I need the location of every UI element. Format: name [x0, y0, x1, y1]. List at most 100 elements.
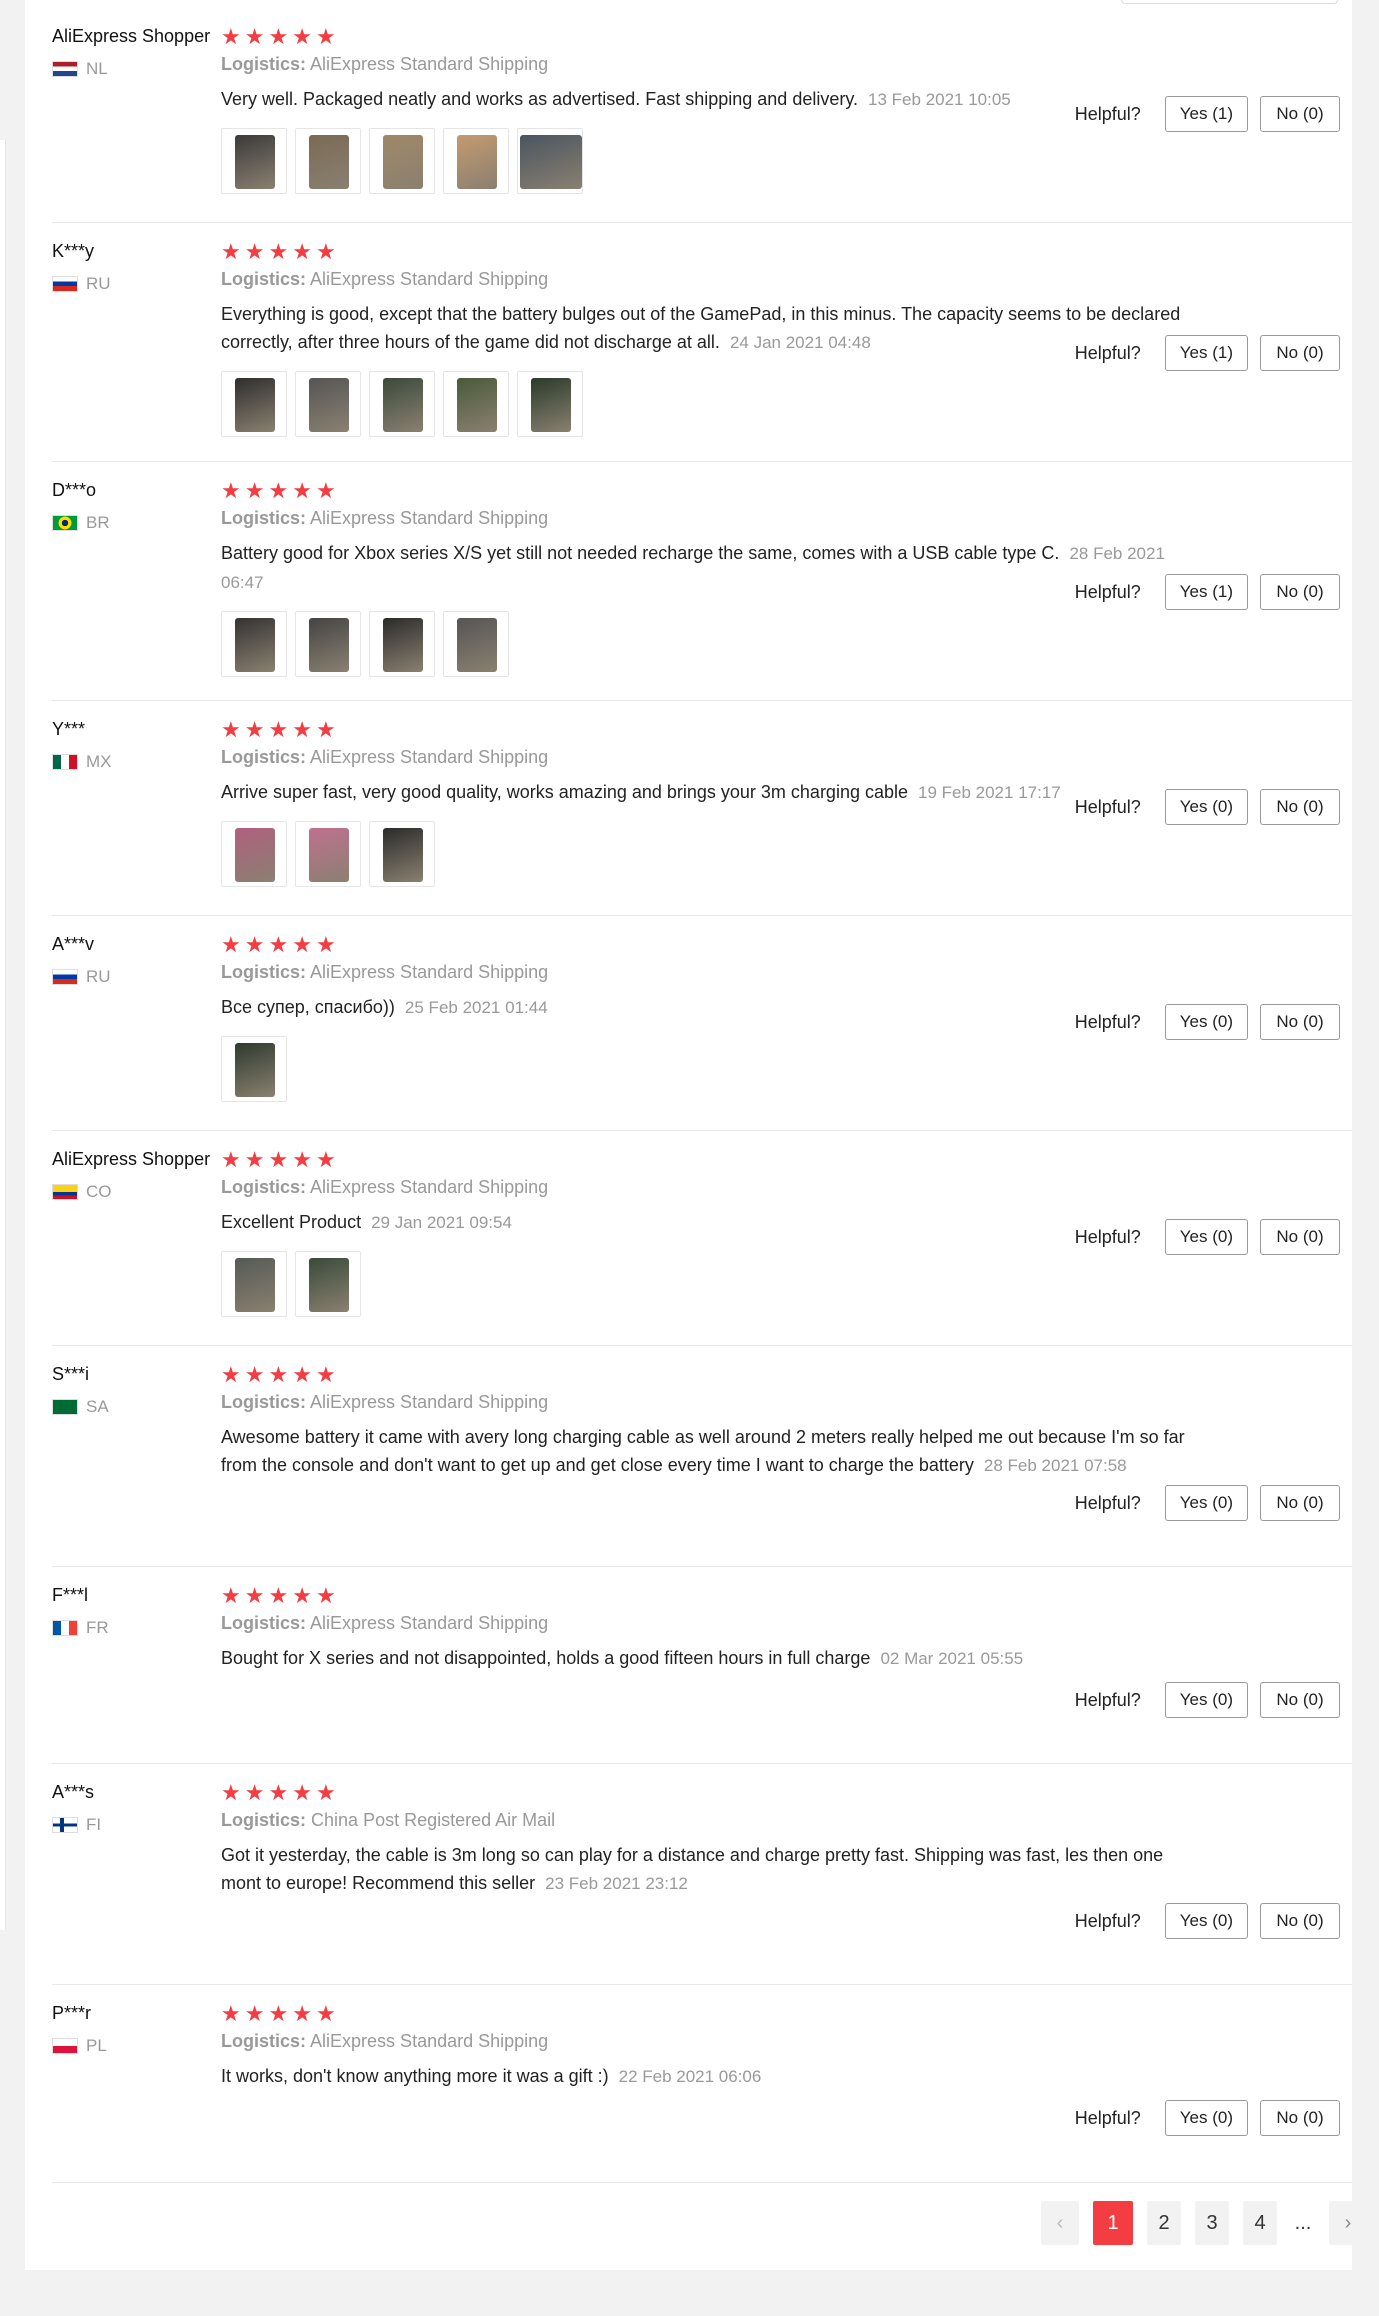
helpful-no-button[interactable]: No (0) — [1260, 1485, 1340, 1521]
review-image-thumbnail[interactable] — [221, 371, 287, 437]
helpful-no-button[interactable]: No (0) — [1260, 574, 1340, 610]
photo-placeholder — [309, 828, 349, 882]
reviewer-country: RU — [52, 274, 222, 294]
star-icon: ★ — [268, 1147, 289, 1172]
review-image-thumbnail[interactable] — [221, 611, 287, 677]
helpful-yes-button[interactable]: Yes (0) — [1164, 2100, 1248, 2136]
helpful-no-button[interactable]: No (0) — [1260, 789, 1340, 825]
reviewer-country: PL — [52, 2036, 222, 2056]
helpful-yes-button[interactable]: Yes (0) — [1164, 1682, 1248, 1718]
review-image-thumbnail[interactable] — [443, 128, 509, 194]
photo-placeholder — [309, 1258, 349, 1312]
next-page-button[interactable]: › — [1329, 2201, 1367, 2245]
top-control-stub — [1121, 0, 1338, 4]
review-text: Got it yesterday, the cable is 3m long s… — [221, 1841, 1201, 1898]
photo-placeholder — [457, 618, 497, 672]
helpful-yes-button[interactable]: Yes (1) — [1164, 335, 1248, 371]
reviewer-name: A***s — [52, 1782, 95, 1802]
review-image-thumbnail[interactable] — [517, 128, 583, 194]
review-image-thumbnail[interactable] — [443, 371, 509, 437]
country-flag-icon — [52, 1184, 78, 1200]
review-image-thumbnail[interactable] — [295, 611, 361, 677]
review-image-thumbnail[interactable] — [369, 371, 435, 437]
review-image-thumbnail[interactable] — [295, 1251, 361, 1317]
review-image-thumbnail[interactable] — [517, 371, 583, 437]
reviewer-country: RU — [52, 967, 222, 987]
logistics-info: Logistics: AliExpress Standard Shipping — [221, 269, 1221, 290]
review-date: 23 Feb 2021 23:12 — [545, 1874, 688, 1893]
review-date: 29 Jan 2021 09:54 — [371, 1213, 512, 1232]
review-content: ★ ★ ★ ★ ★ Logistics: AliExpress Standard Ship… — [221, 480, 1221, 677]
reviewer-name: AliExpress Shopper — [52, 26, 211, 46]
review-image-thumbnail[interactable] — [295, 821, 361, 887]
helpful-no-button[interactable]: No (0) — [1260, 1004, 1340, 1040]
helpful-no-button[interactable]: No (0) — [1260, 1219, 1340, 1255]
helpful-yes-button[interactable]: Yes (1) — [1164, 96, 1248, 132]
helpful-yes-button[interactable]: Yes (0) — [1164, 1004, 1248, 1040]
review-image-thumbnail[interactable] — [295, 371, 361, 437]
logistics-label: Logistics: — [221, 269, 307, 289]
star-icon: ★ — [292, 717, 312, 742]
helpful-yes-button[interactable]: Yes (0) — [1164, 789, 1248, 825]
helpful-yes-button[interactable]: Yes (0) — [1164, 1219, 1248, 1255]
page-button[interactable]: 3 — [1195, 2201, 1229, 2245]
review-image-thumbnail[interactable] — [443, 611, 509, 677]
review-images — [221, 821, 1221, 887]
reviewer-info: Y*** MX — [52, 719, 222, 772]
star-icon: ★ — [221, 1362, 241, 1387]
prev-page-button[interactable]: ‹ — [1041, 2201, 1079, 2245]
page-button[interactable]: 1 — [1093, 2201, 1133, 2245]
logistics-info: Logistics: AliExpress Standard Shipping — [221, 747, 1221, 768]
reviewer-info: A***v RU — [52, 934, 222, 987]
helpful-no-button[interactable]: No (0) — [1260, 335, 1340, 371]
logistics-label: Logistics: — [221, 54, 307, 74]
photo-placeholder — [383, 828, 423, 882]
review-image-thumbnail[interactable] — [221, 821, 287, 887]
country-flag-icon — [52, 61, 78, 77]
review-image-thumbnail[interactable] — [295, 128, 361, 194]
star-rating: ★ ★ ★ ★ ★ — [221, 1585, 1221, 1607]
review-text: Все супер, спасибо)) 25 Feb 2021 01:44 — [221, 993, 1201, 1022]
star-icon: ★ — [244, 1780, 265, 1805]
reviewer-info: F***l FR — [52, 1585, 222, 1638]
page-button[interactable]: 2 — [1147, 2201, 1181, 2245]
logistics-info: Logistics: China Post Registered Air Mai… — [221, 1810, 1221, 1831]
helpful-yes-button[interactable]: Yes (1) — [1164, 574, 1248, 610]
helpful-yes-button[interactable]: Yes (0) — [1164, 1485, 1248, 1521]
star-icon: ★ — [292, 1362, 312, 1387]
star-icon: ★ — [315, 24, 336, 49]
page-button[interactable]: 4 — [1243, 2201, 1277, 2245]
review-image-thumbnail[interactable] — [369, 821, 435, 887]
helpful-no-button[interactable]: No (0) — [1260, 1682, 1340, 1718]
star-icon: ★ — [244, 2001, 265, 2026]
review-date: 22 Feb 2021 06:06 — [618, 2067, 762, 2086]
pagination: ‹ 1 2 3 4... › — [1041, 2201, 1367, 2245]
star-icon: ★ — [244, 24, 265, 49]
helpful-yes-button[interactable]: Yes (0) — [1164, 1903, 1248, 1939]
review-text: It works, don't know anything more it wa… — [221, 2062, 1201, 2091]
photo-placeholder — [309, 135, 349, 189]
star-icon: ★ — [244, 1583, 265, 1608]
star-rating: ★ ★ ★ ★ ★ — [221, 480, 1221, 502]
logistics-label: Logistics: — [221, 2031, 307, 2051]
star-icon: ★ — [315, 932, 336, 957]
review-image-thumbnail[interactable] — [221, 1251, 287, 1317]
helpful-no-button[interactable]: No (0) — [1260, 2100, 1340, 2136]
reviewer-country: BR — [52, 513, 222, 533]
review-item: AliExpress Shopper CO ★ ★ ★ ★ ★ Logistics: AliE… — [52, 1131, 1352, 1346]
helpful-no-button[interactable]: No (0) — [1260, 96, 1340, 132]
review-item: F***l FR ★ ★ ★ ★ ★ Logistics: AliExpress Standa… — [52, 1567, 1352, 1764]
review-text: Everything is good, except that the batt… — [221, 300, 1201, 357]
star-icon: ★ — [244, 478, 265, 503]
review-image-thumbnail[interactable] — [221, 1036, 287, 1102]
star-icon: ★ — [221, 2001, 241, 2026]
helpful-no-button[interactable]: No (0) — [1260, 1903, 1340, 1939]
review-image-thumbnail[interactable] — [369, 128, 435, 194]
review-image-thumbnail[interactable] — [221, 128, 287, 194]
photo-placeholder — [520, 135, 582, 189]
review-image-thumbnail[interactable] — [369, 611, 435, 677]
helpful-label: Helpful? — [1074, 581, 1141, 602]
logistics-value: AliExpress Standard Shipping — [310, 1392, 549, 1412]
review-body: Excellent Product — [221, 1212, 362, 1232]
logistics-info: Logistics: AliExpress Standard Shipping — [221, 1613, 1221, 1634]
